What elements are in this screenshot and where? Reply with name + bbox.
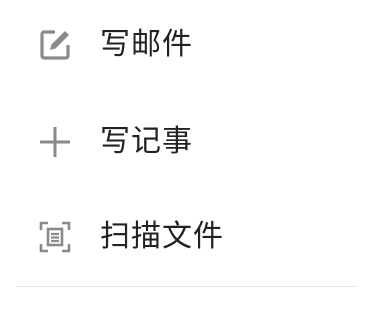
divider (16, 286, 357, 287)
menu-item-scan-document[interactable]: 扫描文件 (0, 207, 365, 267)
menu-item-write-note[interactable]: 写记事 (0, 112, 365, 172)
menu-item-label: 扫描文件 (100, 219, 224, 254)
plus-icon (38, 125, 72, 159)
menu-item-label: 写邮件 (100, 27, 193, 62)
compose-icon (38, 28, 72, 62)
quick-action-menu: 写邮件 写记事 扫描文件 (0, 0, 365, 313)
menu-item-compose-mail[interactable]: 写邮件 (0, 15, 365, 75)
menu-item-label: 写记事 (100, 124, 193, 159)
scan-document-icon (38, 220, 72, 254)
